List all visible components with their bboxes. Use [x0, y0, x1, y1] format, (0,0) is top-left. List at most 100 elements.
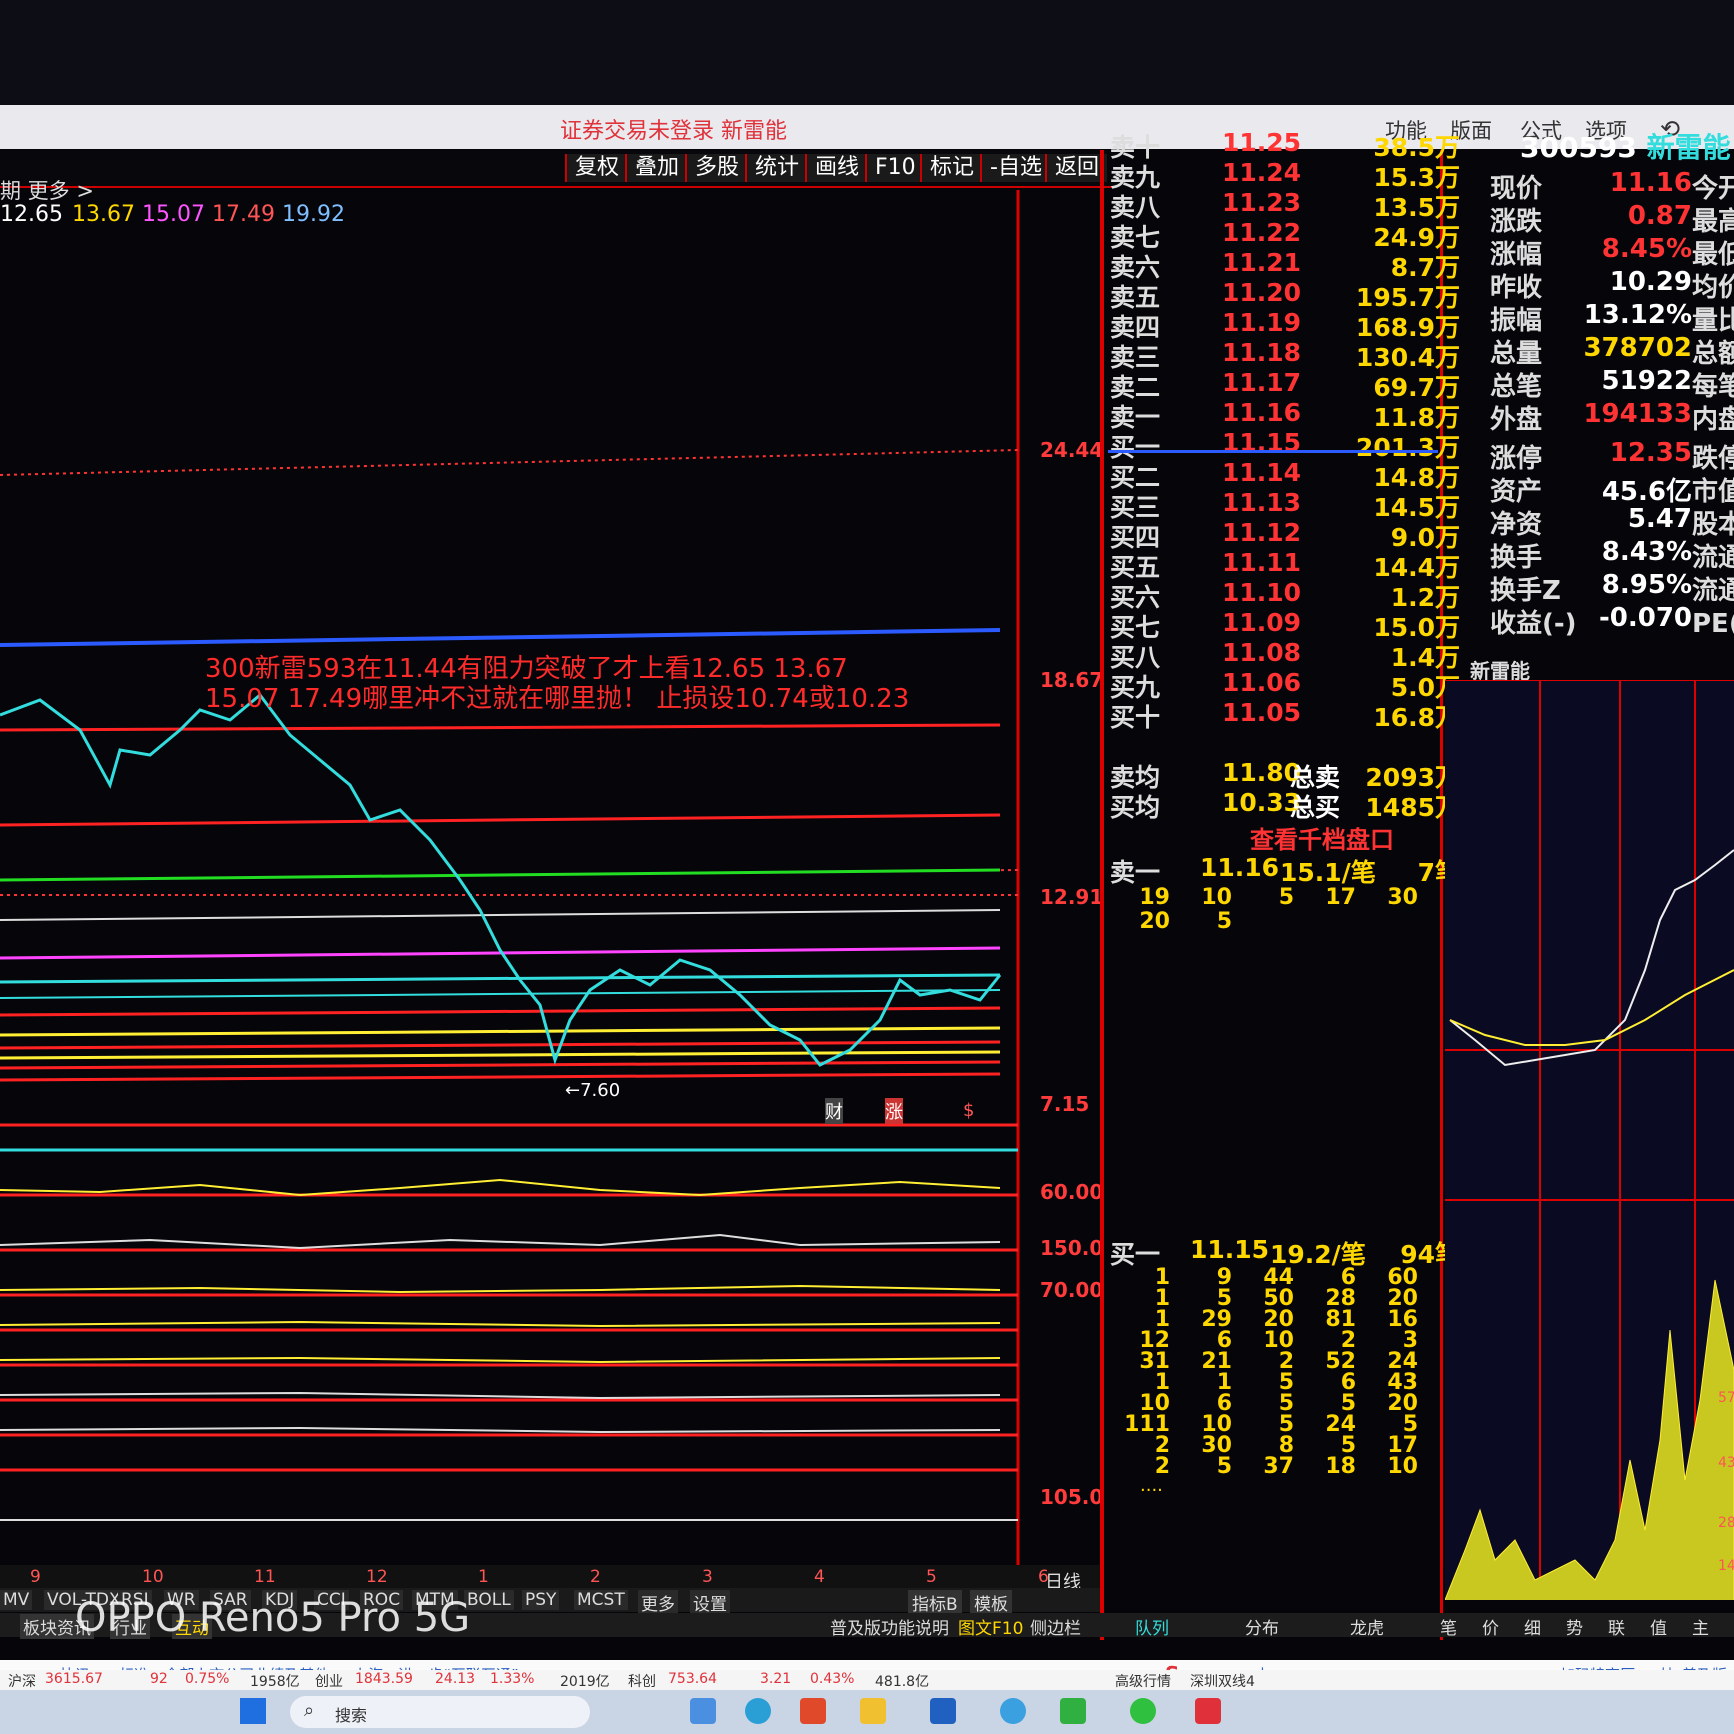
ask-row[interactable]: 卖五 11.20 195.7万	[1110, 278, 1470, 312]
multi-stock-button[interactable]: 多股	[685, 154, 748, 182]
quote-tab[interactable]: 笔	[1440, 1614, 1457, 1639]
indicator-tab[interactable]: 更多	[638, 1590, 678, 1615]
index-bar: 沪深 3615.67 92 0.75% 1958亿 创业 1843.59 24.…	[0, 1670, 1734, 1690]
stock-code: 300593	[1520, 131, 1637, 164]
event-dollar[interactable]: $	[963, 1100, 974, 1121]
line-red-6	[0, 1072, 1001, 1082]
ask-row[interactable]: 卖二 11.17 69.7万	[1110, 368, 1470, 402]
quote-tab[interactable]: 势	[1566, 1614, 1583, 1639]
queue-tick: 17	[1325, 885, 1356, 910]
month-label: 9	[30, 1567, 41, 1587]
line-red-1	[0, 723, 1001, 732]
intraday-mini-chart[interactable]	[1445, 680, 1734, 1600]
indicator-tab[interactable]: BOLL	[464, 1590, 514, 1610]
mark-button[interactable]: 标记	[920, 154, 983, 182]
kline-chart[interactable]	[0, 190, 1110, 1590]
bid-row[interactable]: 买二 11.14 14.8万	[1110, 458, 1470, 492]
bid-row[interactable]: 买五 11.11 14.4万	[1110, 548, 1470, 582]
remove-watchlist-button[interactable]: -自选	[980, 154, 1050, 182]
stats-button[interactable]: 统计	[745, 154, 808, 182]
axis-label-8: 105.0	[1040, 1485, 1104, 1509]
server-link: 深圳双线4	[1190, 1674, 1255, 1690]
index1-name: 沪深	[8, 1674, 36, 1690]
back-button[interactable]: 返回	[1045, 154, 1108, 182]
fuquan-button[interactable]: 复权	[565, 154, 628, 182]
level-price: 11.19	[1222, 308, 1302, 337]
ask-row[interactable]: 卖八 11.23 13.5万	[1110, 188, 1470, 222]
tab-dragon-tiger[interactable]: 龙虎	[1350, 1614, 1384, 1639]
indicator-tab[interactable]: MV	[0, 1590, 33, 1610]
level-price: 11.05	[1222, 698, 1302, 727]
ask-row[interactable]: 卖十 11.25 38.5万	[1110, 128, 1470, 162]
taskbar-search[interactable]: ⌕ 搜索	[290, 1696, 590, 1728]
draw-line-button[interactable]: 画线	[805, 154, 868, 182]
event-rise[interactable]: 涨	[885, 1098, 903, 1124]
app-folder-icon[interactable]	[860, 1698, 886, 1724]
ask-row[interactable]: 卖六 11.21 8.7万	[1110, 248, 1470, 282]
indicator-b-button[interactable]: 指标B	[908, 1590, 962, 1615]
ask-row[interactable]: 卖三 11.18 130.4万	[1110, 338, 1470, 372]
month-label: 11	[254, 1567, 276, 1587]
quote-tab[interactable]: 联	[1608, 1614, 1625, 1639]
view-thousand-depth-link[interactable]: 查看千档盘口	[1250, 820, 1394, 855]
bid-row[interactable]: 买六 11.10 1.2万	[1110, 578, 1470, 612]
bid-row[interactable]: 买十 11.05 16.8万	[1110, 698, 1470, 732]
bid-row[interactable]: 买七 11.09 15.0万	[1110, 608, 1470, 642]
sidebar-link[interactable]: 侧边栏	[1030, 1614, 1081, 1639]
quote-next-label: 流通	[1692, 576, 1734, 606]
f10-button[interactable]: F10	[865, 154, 924, 182]
search-icon: ⌕	[304, 1700, 315, 1721]
app-wechat-icon[interactable]	[1060, 1698, 1086, 1724]
level-label: 买十	[1110, 703, 1161, 732]
app-edge-icon[interactable]	[745, 1698, 771, 1724]
tab-distribution[interactable]: 分布	[1245, 1614, 1279, 1639]
bid-row[interactable]: 买九 11.06 5.0万	[1110, 668, 1470, 702]
indicator-tab[interactable]: 设置	[690, 1590, 730, 1615]
quote-label: 总笔	[1490, 372, 1543, 402]
app-office-icon[interactable]	[800, 1698, 826, 1724]
queue-tick: 5	[1216, 1454, 1232, 1479]
ask-row[interactable]: 卖四 11.19 168.9万	[1110, 308, 1470, 342]
level-price: 11.18	[1222, 338, 1302, 367]
app-browser-icon[interactable]	[1000, 1698, 1026, 1724]
line-yellow-1	[0, 1026, 1001, 1037]
queue-tick: 20	[1139, 909, 1170, 934]
quote-row: 资产 45.6亿 市值	[1490, 471, 1734, 507]
event-financial[interactable]: 财	[825, 1098, 843, 1124]
f10-text-link[interactable]: 图文F10	[958, 1614, 1023, 1639]
quote-tab[interactable]: 主	[1692, 1614, 1709, 1639]
template-button[interactable]: 模板	[970, 1590, 1012, 1615]
indicator-tab[interactable]: PSY	[522, 1590, 560, 1610]
bid-row[interactable]: 买四 11.12 9.0万	[1110, 518, 1470, 552]
indicator-tab[interactable]: MCST	[574, 1590, 628, 1610]
app-store-icon[interactable]	[930, 1698, 956, 1724]
indicator-6	[0, 1391, 1001, 1400]
tab-queue[interactable]: 队列	[1135, 1614, 1169, 1639]
quote-tab[interactable]: 值	[1650, 1614, 1667, 1639]
start-icon[interactable]	[240, 1698, 266, 1724]
bid-row[interactable]: 买三 11.13 14.5万	[1110, 488, 1470, 522]
app-green-icon[interactable]	[1130, 1698, 1156, 1724]
indicator-5	[0, 1356, 1001, 1364]
overlay-button[interactable]: 叠加	[625, 154, 688, 182]
month-label: 4	[814, 1567, 825, 1587]
indicator-3	[0, 1284, 1001, 1294]
month-label: 5	[926, 1567, 937, 1587]
low-price-marker: ←7.60	[565, 1080, 621, 1101]
avg-buy-row: 买均 10.33 总买 1485万	[1110, 788, 1460, 822]
quote-label: 外盘	[1490, 405, 1543, 435]
axis-label-2: 18.67	[1040, 668, 1104, 692]
ask-row[interactable]: 卖七 11.22 24.9万	[1110, 218, 1470, 252]
basic-help-link[interactable]: 普及版功能说明	[830, 1614, 949, 1639]
quote-label: 涨跌	[1490, 207, 1543, 237]
app-stock-icon[interactable]	[1195, 1698, 1221, 1724]
bid-row[interactable]: 买八 11.08 1.4万	[1110, 638, 1470, 672]
ask-row[interactable]: 卖九 11.24 15.3万	[1110, 158, 1470, 192]
quote-tab[interactable]: 价	[1482, 1614, 1499, 1639]
app-mail-icon[interactable]	[690, 1698, 716, 1724]
ask-row[interactable]: 卖一 11.16 11.8万	[1110, 398, 1470, 432]
quote-tab[interactable]: 细	[1524, 1614, 1541, 1639]
quote-value: 194133	[1583, 399, 1692, 429]
bid-row[interactable]: 买一 11.15 201.3万	[1110, 428, 1470, 462]
month-label: 12	[366, 1567, 388, 1587]
